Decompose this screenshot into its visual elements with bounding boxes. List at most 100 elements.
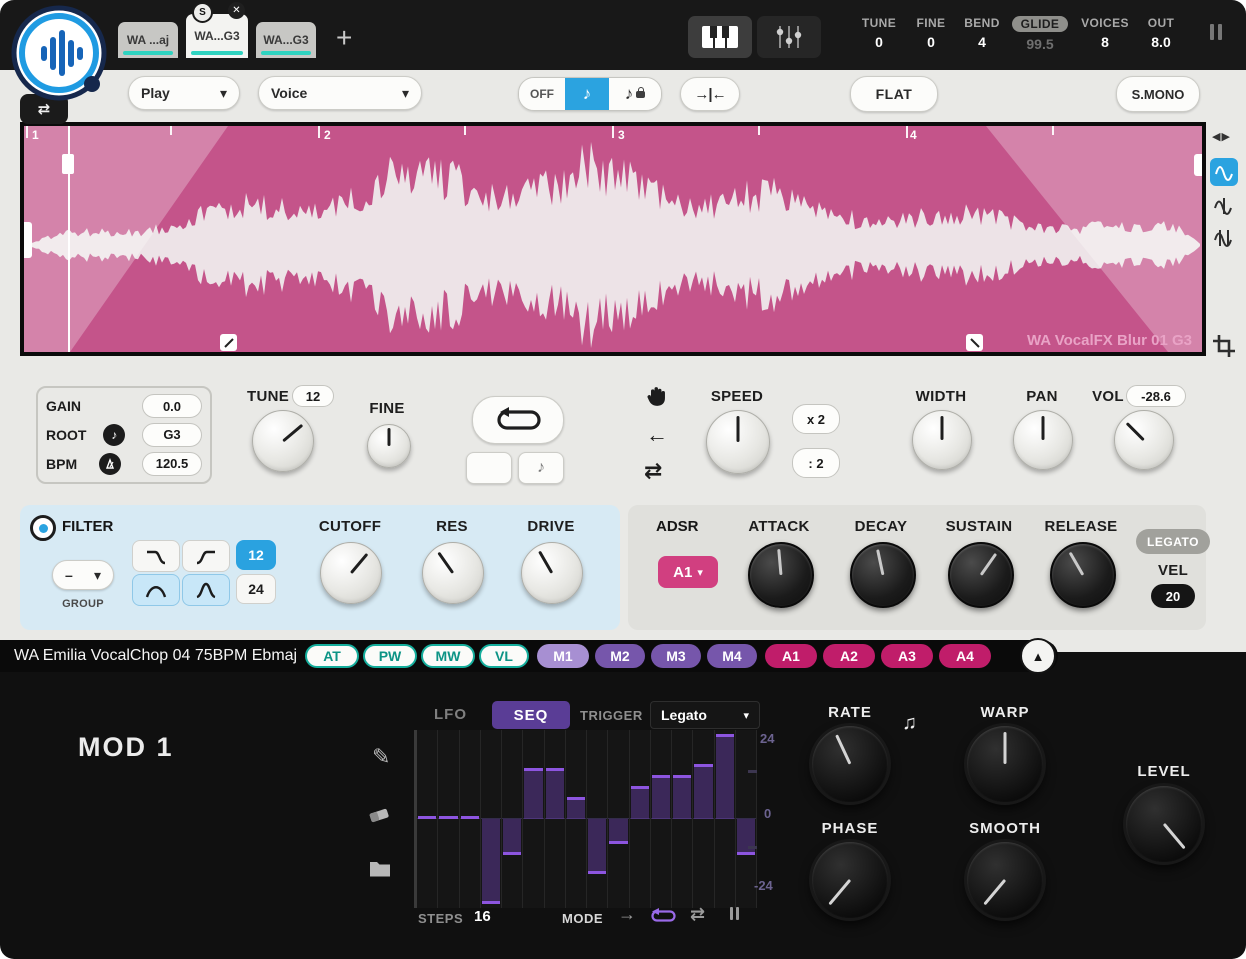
mixer-view-button[interactable] <box>757 16 821 58</box>
mode-pingpong-button[interactable]: ⇄ <box>690 904 705 925</box>
voice-mode-dropdown[interactable]: Voice▾ <box>258 76 422 110</box>
filter-type-lowshelf-button[interactable] <box>132 540 180 572</box>
glide-toggle[interactable]: GLIDE <box>1012 16 1069 32</box>
decay-knob[interactable] <box>850 542 916 608</box>
tune-knob[interactable] <box>252 410 314 472</box>
hand-drag-icon[interactable] <box>646 384 668 413</box>
speed-double-button[interactable]: x 2 <box>792 404 840 434</box>
seq-step[interactable] <box>438 730 459 908</box>
steps-value[interactable]: 16 <box>474 908 491 925</box>
pingpong-icon[interactable]: ⇄ <box>644 458 662 484</box>
speed-half-button[interactable]: : 2 <box>792 448 840 478</box>
seq-step[interactable] <box>460 730 481 908</box>
play-mode-dropdown[interactable]: Play▾ <box>128 76 240 110</box>
attack-knob[interactable] <box>748 542 814 608</box>
filter-group-dropdown[interactable]: –▾ <box>52 560 114 590</box>
keyboard-view-button[interactable] <box>688 16 752 58</box>
cutoff-knob[interactable] <box>320 542 382 604</box>
filter-slope-12-button-active[interactable]: 12 <box>236 540 276 570</box>
seq-step[interactable] <box>587 730 608 908</box>
macro-pill-pw[interactable]: PW <box>363 644 417 668</box>
loop-sync-note-button[interactable]: ♪ <box>518 452 564 484</box>
solo-badge[interactable]: S <box>192 2 213 23</box>
rate-knob[interactable] <box>812 726 888 802</box>
macro-pill-at[interactable]: AT <box>305 644 359 668</box>
filter-enable-toggle[interactable] <box>30 515 56 541</box>
voices-value[interactable]: 8 <box>1101 34 1109 50</box>
warp-knob[interactable] <box>967 726 1043 802</box>
sync-note-button-active[interactable]: ♪ <box>565 78 609 110</box>
legato-toggle[interactable]: LEGATO <box>1136 529 1210 554</box>
fine-knob[interactable] <box>367 424 411 468</box>
seq-step[interactable] <box>693 730 714 908</box>
root-value[interactable]: G3 <box>142 423 202 447</box>
pan-knob[interactable] <box>1013 410 1073 470</box>
preset-tab-1[interactable]: WA ...aj <box>118 22 178 58</box>
filter-slope-24-button[interactable]: 24 <box>236 574 276 604</box>
preset-name-area[interactable]: WA Emilia VocalChop 04 75BPM Ebmaj <box>0 640 322 672</box>
filter-type-peak-button-active[interactable] <box>182 574 230 606</box>
metronome-icon[interactable] <box>99 453 121 475</box>
level-knob[interactable] <box>1126 786 1202 862</box>
wave-slice-tool[interactable] <box>1210 192 1238 220</box>
mode-loop-button-active[interactable] <box>650 908 676 928</box>
res-knob[interactable] <box>422 542 484 604</box>
drive-knob[interactable] <box>521 542 583 604</box>
pause-icon[interactable] <box>1208 24 1224 45</box>
flat-button[interactable]: FLAT <box>850 76 938 112</box>
add-tab-button[interactable]: + <box>336 22 352 54</box>
stereo-mono-button[interactable]: S.MONO <box>1116 76 1200 112</box>
mod-pill-m3[interactable]: M3 <box>651 644 701 668</box>
sync-note-lock-button[interactable]: ♪ <box>609 78 661 110</box>
filter-type-highshelf-button[interactable] <box>182 540 230 572</box>
fade-out-edit-handle[interactable] <box>966 334 983 351</box>
phase-knob[interactable] <box>812 842 888 918</box>
tab-seq-active[interactable]: SEQ <box>492 701 570 729</box>
vol-value-badge[interactable]: -28.6 <box>1126 385 1186 407</box>
seq-step[interactable] <box>630 730 651 908</box>
loop-start-handle[interactable] <box>62 154 74 174</box>
mode-forward-button[interactable]: → <box>618 904 636 925</box>
fine-global-value[interactable]: 0 <box>927 34 935 50</box>
vol-knob[interactable] <box>1114 410 1174 470</box>
seq-step[interactable] <box>545 730 566 908</box>
erase-tool-button[interactable] <box>368 806 390 829</box>
mod-pill-m1-active[interactable]: M1 <box>537 644 589 668</box>
left-edge-handle[interactable] <box>24 222 32 258</box>
macro-pill-vl[interactable]: VL <box>479 644 529 668</box>
seq-step[interactable] <box>417 730 438 908</box>
adsr-pill-a2[interactable]: A2 <box>823 644 875 668</box>
bend-value[interactable]: 4 <box>978 34 986 50</box>
mode-hold-button[interactable] <box>728 907 740 925</box>
waveform-display[interactable]: 1 2 3 4 WA VocalFX Blur 01 G3 <box>20 122 1206 356</box>
seq-step[interactable] <box>566 730 587 908</box>
seq-step[interactable] <box>651 730 672 908</box>
smooth-knob[interactable] <box>967 842 1043 918</box>
tab-lfo[interactable]: LFO <box>434 706 467 723</box>
macro-pill-mw[interactable]: MW <box>421 644 475 668</box>
seq-step[interactable] <box>481 730 502 908</box>
speed-knob[interactable] <box>706 410 770 474</box>
pan-scroll-icon[interactable]: ◀▶ <box>1212 130 1231 143</box>
rate-sync-note-icon[interactable]: ♫ <box>902 712 917 735</box>
loop-toggle-button[interactable] <box>472 396 564 444</box>
seq-step[interactable] <box>672 730 693 908</box>
draw-tool-button[interactable]: ✎ <box>372 744 390 770</box>
adsr-pill-a1[interactable]: A1 <box>765 644 817 668</box>
right-edge-handle[interactable] <box>1194 154 1202 176</box>
seq-step[interactable] <box>715 730 736 908</box>
mod-pill-m2[interactable]: M2 <box>595 644 645 668</box>
sync-off-button[interactable]: OFF <box>519 78 565 110</box>
sustain-knob[interactable] <box>948 542 1014 608</box>
play-direction-back-icon[interactable]: ← <box>646 422 668 448</box>
tune-global-value[interactable]: 0 <box>875 34 883 50</box>
snap-to-zero-button[interactable]: →|← <box>680 77 740 111</box>
filter-type-bandpass-button-active[interactable] <box>132 574 180 606</box>
tune-value-badge[interactable]: 12 <box>292 385 334 407</box>
loop-length-display[interactable] <box>466 452 512 484</box>
seq-step[interactable] <box>523 730 544 908</box>
out-value[interactable]: 8.0 <box>1151 34 1170 50</box>
adsr-slot-dropdown[interactable]: A1▾ <box>658 556 718 588</box>
bpm-value[interactable]: 120.5 <box>142 452 202 476</box>
vel-value-badge[interactable]: 20 <box>1151 584 1195 608</box>
